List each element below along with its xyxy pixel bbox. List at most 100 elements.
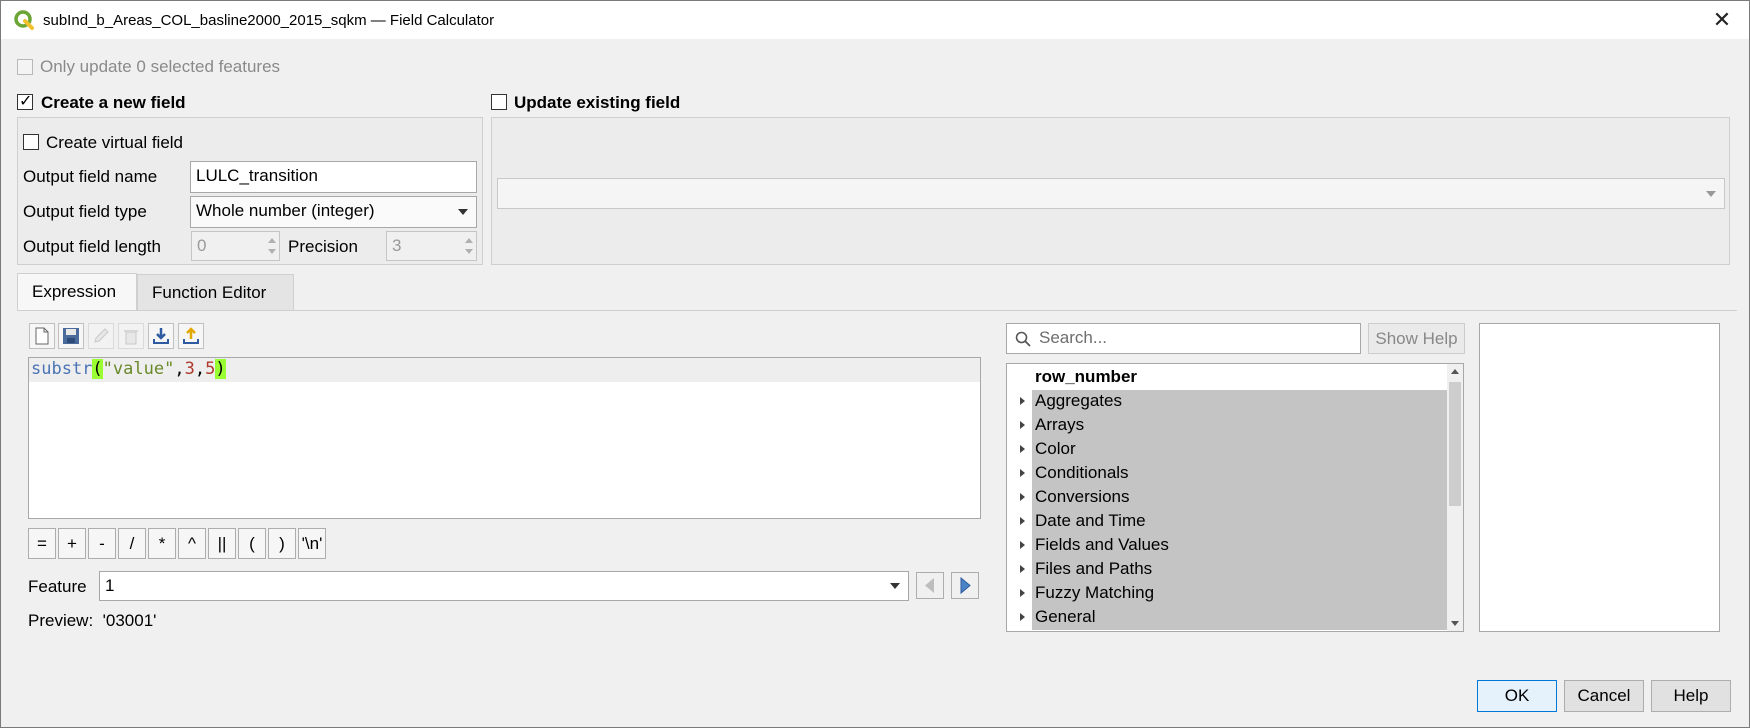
field-calculator-dialog: subInd_b_Areas_COL_basline2000_2015_sqkm… — [0, 0, 1750, 728]
expand-arrow-icon[interactable] — [1020, 469, 1025, 477]
operator-multiply-button[interactable]: * — [148, 528, 176, 559]
edit-icon[interactable] — [88, 323, 114, 349]
close-icon[interactable]: ✕ — [1709, 7, 1735, 33]
feature-label: Feature — [28, 577, 87, 596]
tree-group-files-and-paths[interactable]: Files and Paths — [1007, 558, 1447, 582]
output-field-length-value: 0 — [197, 236, 207, 255]
tree-item-label: Conditionals — [1035, 463, 1129, 482]
create-virtual-field-label: Create virtual field — [46, 133, 184, 152]
function-search-input[interactable]: Search... — [1006, 323, 1361, 354]
search-icon — [1015, 331, 1031, 347]
help-button[interactable]: Help — [1651, 680, 1731, 712]
export-icon[interactable] — [178, 323, 204, 349]
output-field-length-spinbox[interactable]: 0 — [191, 231, 280, 261]
operator-power-button[interactable]: ^ — [178, 528, 206, 559]
tree-group-fields-and-values[interactable]: Fields and Values — [1007, 534, 1447, 558]
operator-divide-button[interactable]: / — [118, 528, 146, 559]
tab-function-editor[interactable]: Function Editor — [137, 274, 294, 310]
save-icon[interactable] — [58, 323, 84, 349]
tree-group-arrays[interactable]: Arrays — [1007, 414, 1447, 438]
spin-up-icon — [465, 238, 473, 243]
operator-plus-button[interactable]: + — [58, 528, 86, 559]
tree-item-label: Arrays — [1035, 415, 1085, 434]
tree-scrollbar[interactable] — [1447, 364, 1463, 631]
expand-arrow-icon[interactable] — [1020, 445, 1025, 453]
checkmark-icon: ✓ — [19, 93, 33, 110]
chevron-down-icon — [458, 209, 468, 215]
next-feature-button[interactable] — [951, 572, 979, 599]
expression-editor[interactable]: substr("value",3,5) — [28, 357, 981, 519]
show-help-button[interactable]: Show Help — [1368, 323, 1465, 354]
existing-field-select[interactable] — [497, 178, 1725, 209]
load-icon[interactable] — [148, 323, 174, 349]
expression-token-open-paren: ( — [92, 359, 103, 379]
tree-item-label: row_number — [1035, 367, 1138, 386]
tree-group-aggregates[interactable]: Aggregates — [1007, 390, 1447, 414]
tree-group-color[interactable]: Color — [1007, 438, 1447, 462]
tree-item-label: Conversions — [1035, 487, 1130, 506]
expand-arrow-icon[interactable] — [1020, 421, 1025, 429]
expression-token-comma: , — [194, 359, 206, 379]
triangle-left-icon — [925, 578, 934, 593]
output-field-type-select[interactable]: Whole number (integer) — [190, 196, 477, 228]
output-field-type-value: Whole number (integer) — [196, 201, 375, 220]
function-help-panel — [1479, 323, 1720, 632]
scroll-up-icon[interactable] — [1451, 369, 1459, 374]
row-highlight — [1032, 414, 1447, 438]
qgis-logo-icon — [14, 10, 34, 30]
function-tree: row_number Aggregates Arrays Color Condi… — [1006, 363, 1464, 632]
expression-line: substr("value",3,5) — [29, 358, 980, 382]
operator-newline-button[interactable]: '\n' — [298, 528, 326, 559]
tree-item-label: Files and Paths — [1035, 559, 1153, 578]
output-field-name-input[interactable]: LULC_transition — [190, 161, 477, 193]
new-file-icon[interactable] — [29, 323, 55, 349]
operator-open-paren-button[interactable]: ( — [238, 528, 266, 559]
triangle-right-icon — [960, 576, 971, 595]
ok-button[interactable]: OK — [1477, 680, 1557, 712]
previous-feature-button[interactable] — [916, 572, 944, 599]
operator-concat-button[interactable]: || — [208, 528, 236, 559]
tab-expression[interactable]: Expression — [17, 273, 137, 310]
tree-item-label: Date and Time — [1035, 511, 1146, 530]
tree-item-label: Fields and Values — [1035, 535, 1169, 554]
scroll-down-icon[interactable] — [1451, 621, 1459, 626]
tree-group-conditionals[interactable]: Conditionals — [1007, 462, 1447, 486]
delete-icon[interactable] — [118, 323, 144, 349]
expand-arrow-icon[interactable] — [1020, 565, 1025, 573]
expand-arrow-icon[interactable] — [1020, 397, 1025, 405]
output-field-type-label: Output field type — [23, 202, 147, 221]
expression-token-close-paren: ) — [215, 359, 226, 379]
chevron-down-icon — [1706, 190, 1716, 197]
create-virtual-field-checkbox[interactable] — [23, 134, 39, 150]
tree-group-date-and-time[interactable]: Date and Time — [1007, 510, 1447, 534]
operator-close-paren-button[interactable]: ) — [268, 528, 296, 559]
tree-group-conversions[interactable]: Conversions — [1007, 486, 1447, 510]
expression-token-field: "value" — [102, 359, 175, 379]
tab-pane-border — [17, 310, 1737, 311]
operator-minus-button[interactable]: - — [88, 528, 116, 559]
row-highlight — [1032, 438, 1447, 462]
cancel-button[interactable]: Cancel — [1564, 680, 1644, 712]
chevron-down-icon — [890, 583, 900, 589]
expand-arrow-icon[interactable] — [1020, 493, 1025, 501]
operator-equals-button[interactable]: = — [28, 528, 56, 559]
create-new-field-checkbox[interactable]: ✓ — [17, 93, 33, 110]
tree-group-fuzzy-matching[interactable]: Fuzzy Matching — [1007, 582, 1447, 606]
precision-spinbox[interactable]: 3 — [386, 231, 477, 261]
spin-down-icon — [268, 249, 276, 254]
expand-arrow-icon[interactable] — [1020, 589, 1025, 597]
precision-label: Precision — [288, 237, 358, 256]
feature-select[interactable]: 1 — [99, 571, 909, 601]
update-existing-field-checkbox[interactable] — [491, 94, 507, 110]
expand-arrow-icon[interactable] — [1020, 613, 1025, 621]
tree-group-general[interactable]: General — [1007, 606, 1447, 630]
spin-up-icon — [268, 238, 276, 243]
tree-item-row-number[interactable]: row_number — [1007, 366, 1447, 390]
expand-arrow-icon[interactable] — [1020, 517, 1025, 525]
scroll-thumb[interactable] — [1449, 382, 1461, 506]
expand-arrow-icon[interactable] — [1020, 541, 1025, 549]
only-selected-checkbox[interactable] — [17, 59, 33, 75]
spin-down-icon — [465, 249, 473, 254]
preview-text: Preview: '03001' — [28, 611, 157, 630]
title-bar: subInd_b_Areas_COL_basline2000_2015_sqkm… — [1, 1, 1749, 39]
